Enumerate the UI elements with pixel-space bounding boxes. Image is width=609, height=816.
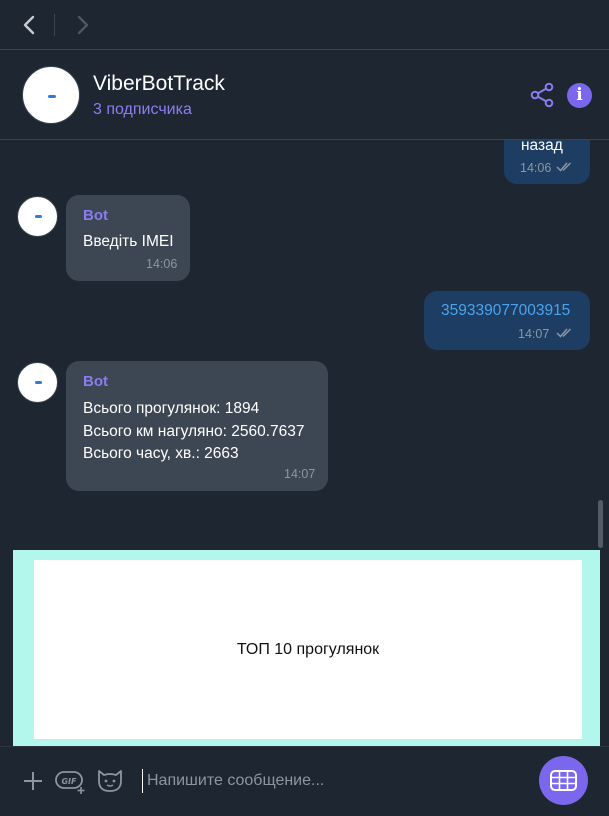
plus-icon[interactable]	[22, 770, 44, 792]
subscriber-count[interactable]: 3 подписчика	[93, 101, 192, 119]
text-caret	[142, 769, 143, 793]
message-bubble-incoming[interactable]: Bot Всього прогулянок: 1894 Всього км на…	[66, 361, 328, 491]
message-bubble-outgoing[interactable]: назад 14:06	[504, 140, 590, 184]
gif-icon[interactable]: GIF	[55, 769, 87, 795]
message-text: назад	[521, 140, 563, 154]
message-composer: GIF	[0, 746, 609, 816]
navigation-bar	[0, 0, 609, 50]
svg-text:GIF: GIF	[61, 777, 77, 786]
info-icon[interactable]: i	[567, 83, 592, 108]
chevron-left-icon[interactable]	[17, 12, 43, 38]
nav-divider	[54, 14, 55, 36]
message-input[interactable]	[147, 767, 517, 795]
sender-name[interactable]: Bot	[83, 373, 108, 390]
chat-header: ViberBotTrack 3 подписчика i	[0, 50, 609, 140]
scrollbar[interactable]	[598, 500, 603, 548]
bot-avatar[interactable]	[17, 196, 58, 237]
channel-title[interactable]: ViberBotTrack	[93, 72, 225, 96]
message-time: 14:07	[518, 327, 550, 341]
message-bubble-outgoing[interactable]: 359339077003915 14:07	[424, 291, 590, 350]
message-time: 14:07	[284, 467, 316, 481]
message-bubble-incoming[interactable]: Bot Введіть IMEI 14:06	[66, 195, 190, 281]
read-ticks-icon	[556, 328, 572, 338]
keyboard-icon[interactable]	[539, 756, 588, 805]
share-icon[interactable]	[530, 82, 555, 108]
bot-avatar[interactable]	[17, 362, 58, 403]
message-text-line: Всього часу, хв.: 2663	[83, 445, 239, 462]
message-text-line: Всього прогулянок: 1894	[83, 400, 260, 417]
message-list[interactable]: назад 14:06 Bot Введіть IMEI 14:06 35933…	[0, 140, 609, 550]
message-time: 14:06	[146, 257, 178, 271]
message-link-text[interactable]: 359339077003915	[441, 302, 570, 320]
keyboard-button-label: ТОП 10 прогулянок	[236, 641, 380, 658]
chevron-right-icon[interactable]	[69, 12, 95, 38]
channel-avatar[interactable]	[22, 66, 80, 124]
top10-walks-button[interactable]: ТОП 10 прогулянок	[34, 560, 582, 739]
message-text-line: Всього км нагуляно: 2560.7637	[83, 423, 305, 440]
sender-name[interactable]: Bot	[83, 207, 108, 224]
message-time: 14:06	[520, 161, 552, 175]
sticker-icon[interactable]	[96, 767, 124, 793]
read-ticks-icon	[556, 162, 572, 172]
message-text: Введіть IMEI	[83, 233, 174, 250]
